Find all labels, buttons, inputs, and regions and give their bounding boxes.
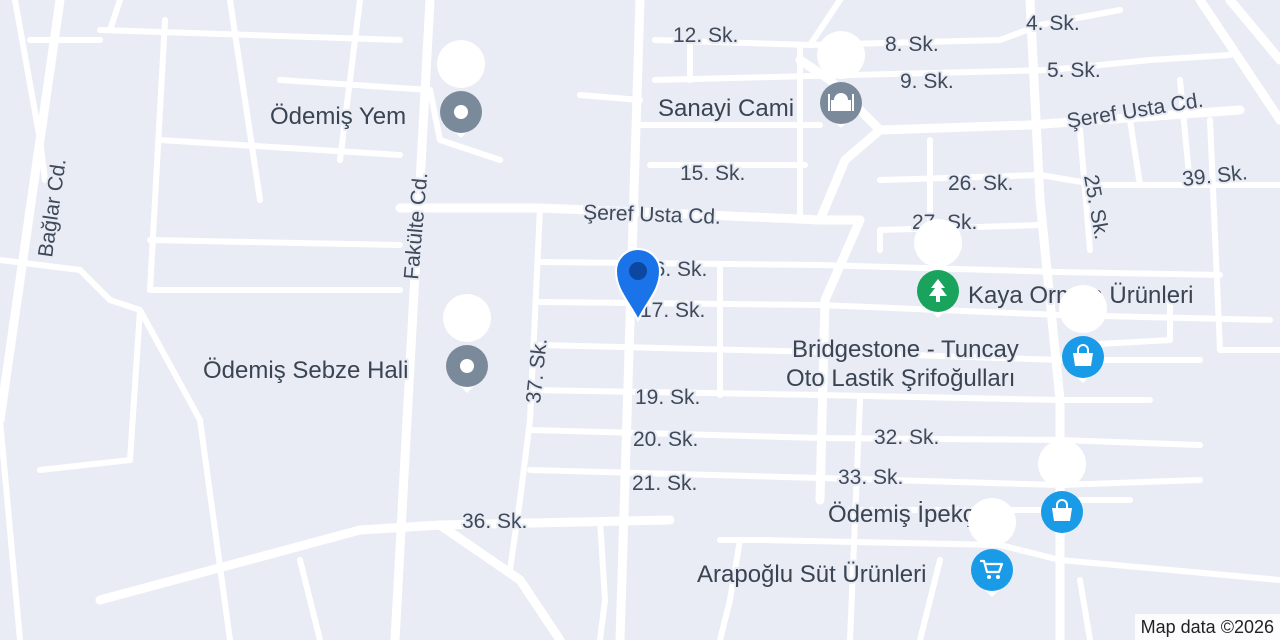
- street-label-17-sk: 17. Sk.: [640, 299, 705, 322]
- poi-ipekcilik[interactable]: Ödemiş İpekçilik: [826, 440, 1087, 538]
- street-label-36-sk: 36. Sk.: [462, 510, 527, 533]
- map-view[interactable]: 12. Sk. 8. Sk. 4. Sk. 9. Sk. 5. Sk. Şere…: [0, 0, 1280, 640]
- street-label-8-sk: 8. Sk.: [885, 33, 939, 56]
- poi-label-line1[interactable]: Bridgestone - Tuncay: [790, 334, 1021, 365]
- street-label-12-sk: 12. Sk.: [673, 24, 738, 47]
- poi-label[interactable]: Ödemiş Sebze Hali: [201, 355, 410, 386]
- poi-label-line2[interactable]: Oto Lastik Şrifoğulları: [784, 363, 1017, 394]
- street-label-21-sk: 21. Sk.: [632, 472, 697, 495]
- street-label-33-sk: 33. Sk.: [838, 466, 903, 489]
- street-label-19-sk: 19. Sk.: [635, 386, 700, 409]
- street-label-26-sk: 26. Sk.: [948, 172, 1013, 195]
- shopping-bag-icon[interactable]: [1059, 285, 1108, 383]
- street-label-15-sk: 15. Sk.: [680, 162, 745, 185]
- poi-label[interactable]: Ödemiş Yem: [268, 101, 408, 132]
- street-label-20-sk: 20. Sk.: [633, 428, 698, 451]
- poi-label[interactable]: Sanayi Cami: [656, 93, 796, 124]
- street-label-5-sk: 5. Sk.: [1047, 59, 1101, 82]
- street-label-fakulte-cd: Fakülte Cd.: [400, 171, 432, 280]
- street-label-4-sk: 4. Sk.: [1026, 12, 1080, 35]
- poi-label[interactable]: Arapoğlu Süt Ürünleri: [695, 559, 928, 590]
- place-icon[interactable]: [443, 294, 492, 393]
- poi-sebze-hali[interactable]: Ödemiş Sebze Hali: [201, 294, 492, 393]
- street-label-32-sk: 32. Sk.: [874, 426, 939, 449]
- map-canvas[interactable]: 12. Sk. 8. Sk. 4. Sk. 9. Sk. 5. Sk. Şere…: [0, 0, 1280, 640]
- street-label-seref-usta: Şeref Usta Cd.: [583, 201, 721, 229]
- street-label-9-sk: 9. Sk.: [900, 70, 954, 93]
- map-attribution: Map data ©2026: [1134, 614, 1280, 640]
- street-label-37-sk: 37. Sk.: [522, 337, 552, 404]
- place-icon[interactable]: [437, 40, 486, 138]
